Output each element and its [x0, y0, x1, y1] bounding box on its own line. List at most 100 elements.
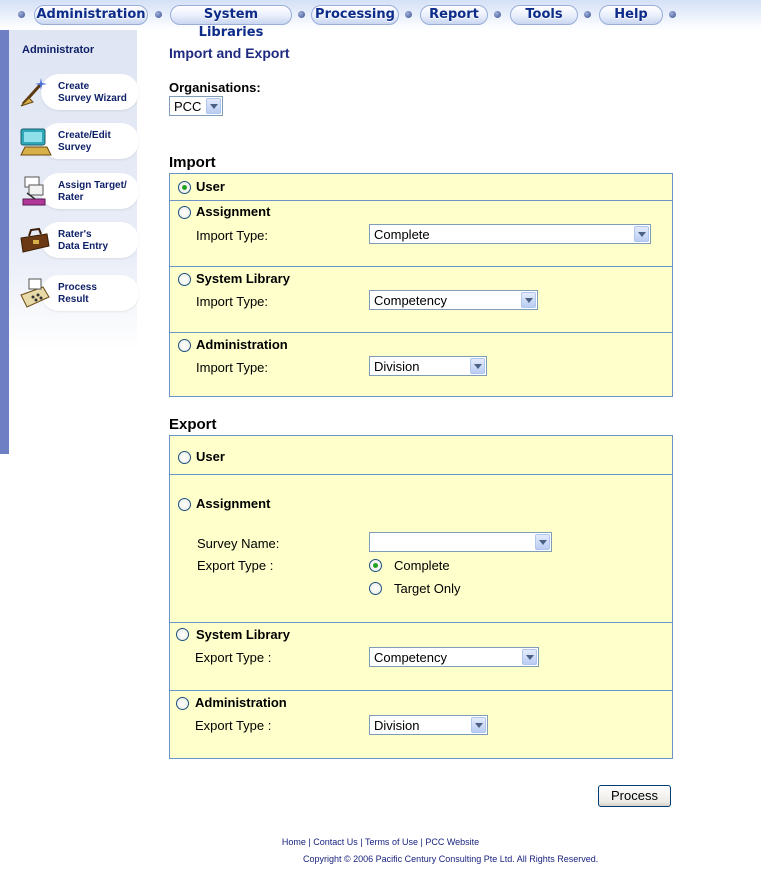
nav-tab-system-libraries[interactable]: System Libraries [170, 5, 292, 40]
footer-links: Home | Contact Us | Terms of Use | PCC W… [281, 837, 480, 847]
footer-link-pcc-website[interactable]: PCC Website [425, 837, 479, 847]
sidebar-item-label: Create [58, 81, 90, 92]
nav-bullet-icon [669, 11, 676, 18]
export-administration-type-value: Division [374, 718, 420, 733]
nav-bullet-icon [298, 11, 305, 18]
nav-bullet-icon [494, 11, 501, 18]
export-system-library-label: System Library [196, 627, 290, 642]
export-system-library-type-value: Competency [374, 650, 447, 665]
import-administration-label: Administration [196, 337, 288, 352]
papers-icon [22, 176, 46, 206]
export-administration-type-label: Export Type : [195, 718, 272, 733]
export-administration-type-select[interactable]: Division [369, 715, 488, 735]
sidebar-item-process-result[interactable]: Process Result [15, 273, 139, 315]
import-administration-radio[interactable] [178, 339, 191, 352]
calculator-icon [20, 278, 50, 308]
import-assignment-type-label: Import Type: [196, 228, 269, 243]
organisations-select[interactable]: PCC [169, 96, 223, 116]
copyright-text: Copyright © 2006 Pacific Century Consult… [303, 854, 599, 864]
import-assignment-type-value: Complete [374, 227, 430, 242]
top-nav-bar: Administration System Libraries Processi… [0, 0, 761, 40]
export-administration-radio[interactable] [176, 697, 189, 710]
divider [170, 332, 672, 333]
sidebar-item-raters-data-entry[interactable]: Rater's Data Entry [15, 220, 139, 262]
footer-link-terms-of-use[interactable]: Terms of Use [365, 837, 418, 847]
sidebar: Administrator Create Survey Wizard Creat… [9, 30, 139, 350]
import-assignment-type-select[interactable]: Complete [369, 224, 651, 244]
survey-name-select[interactable] [369, 532, 552, 552]
export-section-title: Export [169, 416, 217, 433]
divider [170, 474, 672, 475]
sidebar-title: Administrator [22, 44, 95, 56]
chevron-down-icon [634, 226, 649, 242]
nav-tab-processing[interactable]: Processing [311, 5, 399, 25]
export-complete-label: Complete [394, 558, 450, 573]
chevron-down-icon [206, 98, 221, 114]
import-section-title: Import [169, 154, 216, 171]
nav-tab-tools[interactable]: Tools [510, 5, 578, 25]
chevron-down-icon [522, 649, 537, 665]
organisations-select-value: PCC [174, 99, 202, 114]
nav-bullet-icon [18, 11, 25, 18]
import-user-label: User [196, 179, 225, 194]
survey-name-label: Survey Name: [197, 536, 280, 551]
divider [170, 200, 672, 201]
import-administration-type-value: Division [374, 359, 420, 374]
chevron-down-icon [521, 292, 536, 308]
import-system-library-label: System Library [196, 271, 290, 286]
export-user-radio[interactable] [178, 451, 191, 464]
import-system-library-radio[interactable] [178, 273, 191, 286]
sidebar-item-label: Result [58, 294, 89, 305]
export-system-library-type-select[interactable]: Competency [369, 647, 539, 667]
import-assignment-radio[interactable] [178, 206, 191, 219]
import-panel: User Assignment Import Type: Complete Sy… [169, 173, 673, 397]
nav-bullet-icon [584, 11, 591, 18]
sidebar-item-label: Process [58, 282, 97, 293]
briefcase-icon [20, 227, 50, 253]
divider [170, 622, 672, 623]
footer-link-home[interactable]: Home [282, 837, 306, 847]
wand-icon [20, 78, 47, 107]
sidebar-item-assign-target-rater[interactable]: Assign Target/ Rater [15, 171, 139, 213]
export-type-label: Export Type : [197, 558, 274, 573]
export-administration-label: Administration [195, 695, 287, 710]
chevron-down-icon [535, 534, 550, 550]
page-title: Import and Export [169, 45, 290, 61]
export-assignment-radio[interactable] [178, 498, 191, 511]
export-user-label: User [196, 449, 225, 464]
sidebar-item-create-edit-survey[interactable]: Create/Edit Survey [15, 121, 139, 163]
import-system-library-type-value: Competency [374, 293, 447, 308]
footer-link-contact-us[interactable]: Contact Us [313, 837, 358, 847]
export-system-library-radio[interactable] [176, 628, 189, 641]
export-system-library-type-label: Export Type : [195, 650, 272, 665]
sidebar-item-create-survey-wizard[interactable]: Create Survey Wizard [15, 72, 139, 114]
import-administration-type-select[interactable]: Division [369, 356, 487, 376]
import-administration-type-label: Import Type: [196, 360, 269, 375]
sidebar-item-label: Rater's [58, 229, 92, 240]
export-complete-radio[interactable] [369, 559, 382, 572]
organisations-label: Organisations: [169, 80, 261, 95]
export-target-only-label: Target Only [394, 581, 461, 596]
sidebar-item-label: Assign Target/ [58, 180, 127, 191]
sidebar-item-label: Rater [58, 192, 84, 203]
nav-tab-help[interactable]: Help [599, 5, 663, 25]
nav-tab-administration[interactable]: Administration [34, 5, 148, 25]
chevron-down-icon [470, 358, 485, 374]
import-user-radio[interactable] [178, 181, 191, 194]
sidebar-item-label: Create/Edit [58, 130, 111, 141]
export-panel: User Assignment Survey Name: Export Type… [169, 435, 673, 759]
nav-tab-report[interactable]: Report [420, 5, 488, 25]
export-target-only-radio[interactable] [369, 582, 382, 595]
nav-bullet-icon [405, 11, 412, 18]
import-system-library-type-label: Import Type: [196, 294, 269, 309]
sidebar-item-label: Data Entry [58, 241, 109, 252]
chevron-down-icon [471, 717, 486, 733]
nav-bullet-icon [155, 11, 162, 18]
sidebar-item-label: Survey Wizard [58, 93, 127, 104]
computer-icon [20, 128, 52, 156]
import-system-library-type-select[interactable]: Competency [369, 290, 538, 310]
process-button[interactable]: Process [598, 785, 671, 807]
sidebar-item-label: Survey [58, 142, 92, 153]
sidebar-strip [0, 30, 9, 454]
import-assignment-label: Assignment [196, 204, 271, 219]
